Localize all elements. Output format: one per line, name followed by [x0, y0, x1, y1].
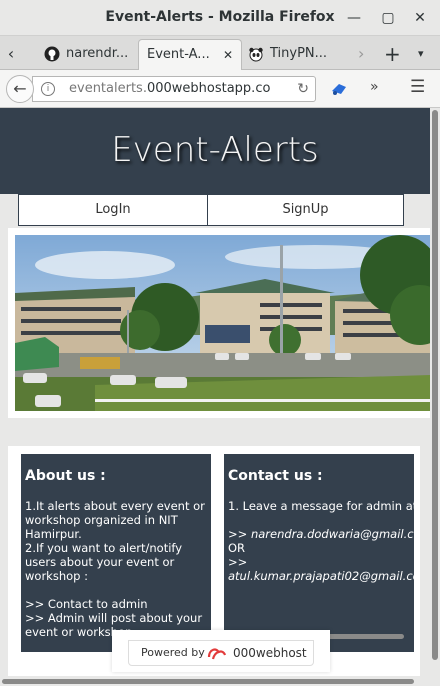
new-tab-icon[interactable]: + — [384, 39, 402, 70]
github-icon — [44, 46, 60, 61]
contact-email1: >> narendra.dodwaria@gmail.com — [228, 527, 414, 541]
contact-line1: 1. Leave a message for admin at: — [228, 499, 414, 513]
vertical-scroll-thumb[interactable] — [432, 110, 438, 660]
panda-icon — [249, 47, 263, 61]
tab-label: Event-A... — [147, 47, 210, 62]
horizontal-scroll-thumb[interactable] — [2, 679, 414, 684]
window-title: Event-Alerts - Mozilla Firefox — [105, 9, 335, 25]
email2-link[interactable]: atul.kumar.prajapati02@gmail.com — [228, 569, 414, 583]
card-scrollbar[interactable] — [324, 634, 404, 639]
contact-email2-prefix: >> — [228, 555, 248, 569]
contact-heading: Contact us : — [228, 468, 323, 484]
about-body: 1.It alerts about every event or worksho… — [25, 499, 205, 639]
contact-or: OR — [228, 541, 246, 555]
close-window-icon[interactable]: ✕ — [410, 8, 430, 28]
powered-by-label: Powered by — [141, 646, 205, 659]
tab-label: TinyPN... — [270, 46, 328, 61]
login-link[interactable]: LogIn — [18, 194, 208, 226]
signup-link[interactable]: SignUp — [207, 194, 404, 226]
overflow-menu-icon[interactable]: » — [370, 79, 379, 95]
extension-icon[interactable] — [330, 81, 348, 97]
campus-photo — [15, 235, 430, 411]
window-titlebar: Event-Alerts - Mozilla Firefox — ▢ ✕ — [0, 0, 440, 36]
maximize-icon[interactable]: ▢ — [378, 8, 398, 28]
reload-icon[interactable]: ↻ — [293, 77, 309, 101]
powered-by-brand: 000webhost — [233, 646, 307, 660]
tabs-scroll-left-icon[interactable]: ‹ — [0, 39, 22, 70]
tab-tinypng[interactable]: TinyPN... — [248, 39, 356, 70]
page-content: Event-Alerts LogIn SignUp About us: 1.I… — [0, 108, 430, 678]
tab-list-icon[interactable]: ▾ — [418, 39, 432, 70]
tab-github[interactable]: narendr... — [44, 39, 134, 70]
about-card: About us : 1.It alerts about every event… — [21, 454, 211, 652]
powered-by-badge[interactable]: Powered by 000webhost — [112, 630, 330, 672]
navigation-bar: i eventalerts.000webhostapp.co ↻ ← » ☰ — [0, 70, 440, 108]
about-heading: About us : — [25, 468, 106, 484]
site-title: Event-Alerts — [111, 130, 319, 170]
tabs-scroll-right-icon[interactable]: › — [358, 39, 374, 70]
contact-card: Contact us : 1. Leave a message for admi… — [224, 454, 414, 652]
hamburger-menu-icon[interactable]: ☰ — [410, 77, 425, 97]
url-bar[interactable]: i eventalerts.000webhostapp.co ↻ — [32, 76, 316, 102]
powered-by-box: Powered by 000webhost — [128, 640, 314, 666]
url-text: eventalerts.000webhostapp.co — [69, 81, 271, 96]
tab-bar: ‹ narendr... Event-A... ✕ TinyPN... › + … — [0, 36, 440, 70]
close-tab-icon[interactable]: ✕ — [223, 40, 233, 70]
vertical-scrollbar[interactable] — [430, 108, 440, 678]
site-header: Event-Alerts — [0, 108, 430, 194]
tab-event-alerts[interactable]: Event-A... ✕ — [138, 39, 242, 70]
site-info-icon[interactable]: i — [41, 82, 55, 96]
contact-email2: atul.kumar.prajapati02@gmail.com — [228, 569, 414, 583]
tab-label: narendr... — [66, 46, 129, 61]
minimize-icon[interactable]: — — [344, 8, 364, 28]
horizontal-scrollbar[interactable] — [0, 676, 440, 686]
back-button[interactable]: ← — [6, 75, 34, 103]
email1-link[interactable]: narendra.dodwaria@gmail.com — [251, 527, 414, 541]
000webhost-logo-icon — [207, 648, 227, 660]
site-menu: LogIn SignUp — [18, 194, 404, 226]
campus-photo-frame — [8, 228, 430, 418]
